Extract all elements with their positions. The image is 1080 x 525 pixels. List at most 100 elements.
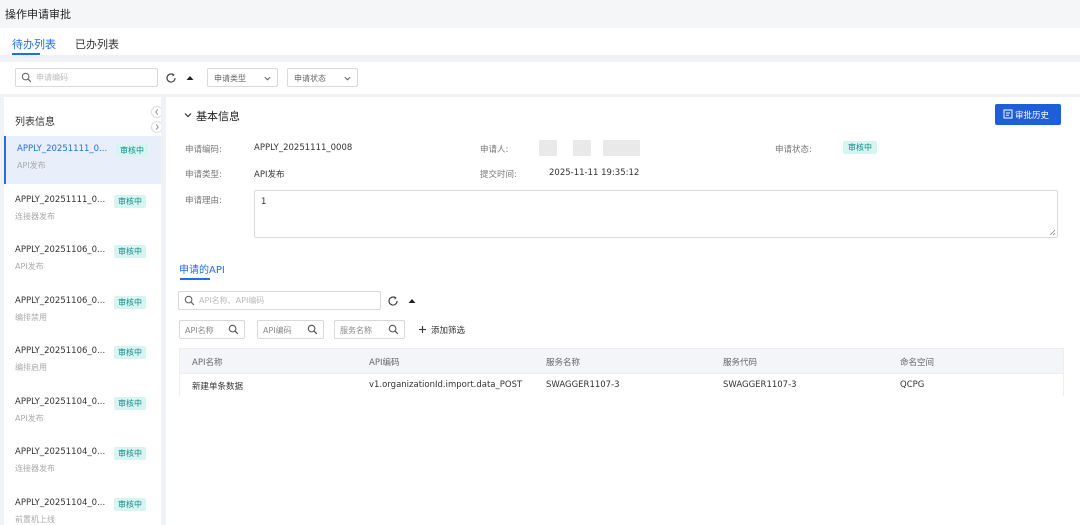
history-icon — [1003, 109, 1013, 119]
apply-code-label: 申请编码: — [185, 145, 222, 155]
column-header: 服务代码 — [723, 358, 758, 368]
list-item-type: API发布 — [15, 414, 44, 423]
list-item-code: APPLY_20251106_0... — [15, 346, 106, 356]
api-name-filter[interactable]: API名称 — [179, 320, 245, 339]
chevron-left-icon[interactable] — [151, 106, 161, 118]
top-bar: 操作申请审批 — [0, 0, 1080, 28]
apply-type-label: 申请类型: — [185, 170, 222, 180]
status-badge: 审核中 — [114, 397, 146, 410]
api-name-filter-label: API名称 — [185, 326, 214, 335]
search-icon — [228, 324, 239, 335]
table-cell: SWAGGER1107-3 — [723, 380, 797, 390]
column-header: 命名空间 — [900, 358, 935, 368]
column-header: API名称 — [192, 358, 223, 368]
list-item[interactable]: APPLY_20251111_0... 审核中 API发布 — [4, 136, 161, 184]
tab-done-list[interactable]: 已办列表 — [75, 36, 119, 52]
collapse-up-icon[interactable] — [406, 295, 418, 307]
apply-reason-value: 1 — [261, 197, 267, 207]
sidebar-title: 列表信息 — [15, 117, 55, 128]
list-item-type: 连接器发布 — [15, 212, 55, 221]
apply-code-search[interactable] — [15, 68, 158, 87]
apply-type-value: API发布 — [254, 170, 285, 180]
api-table: API名称 API编码 服务名称 服务代码 命名空间 新建单条数据 v1.org… — [179, 348, 1064, 396]
chevron-right-icon[interactable] — [151, 121, 161, 133]
apply-type-label: 申请类型 — [214, 74, 246, 83]
column-header: API编码 — [369, 358, 400, 368]
list-item-code: APPLY_20251106_0... — [15, 296, 106, 306]
status-badge: 审核中 — [114, 195, 146, 208]
list-item-type: 前置机上线 — [15, 515, 55, 524]
section-title: 基本信息 — [196, 110, 240, 123]
filter-bar: 申请类型 申请状态 — [0, 62, 1080, 94]
apply-type-select[interactable]: 申请类型 — [207, 68, 278, 87]
list-item[interactable]: APPLY_20251106_0... 审核中 API发布 — [4, 237, 161, 285]
api-code-filter[interactable]: API编码 — [257, 320, 324, 339]
apply-reason-textarea[interactable]: 1 — [254, 190, 1058, 238]
add-filter-button[interactable]: 添加筛选 — [418, 324, 465, 336]
service-name-filter-label: 服务名称 — [340, 326, 372, 335]
list-item[interactable]: APPLY_20251111_0... 审核中 连接器发布 — [4, 187, 161, 235]
applicant-label: 申请人: — [480, 145, 509, 155]
detail-panel: 基本信息 审批历史 申请编码: APPLY_20251111_0008 申请人:… — [166, 97, 1080, 525]
list-item[interactable]: APPLY_20251104_0... 审核中 前置机上线 — [4, 490, 161, 525]
applicant-redacted — [539, 140, 557, 156]
search-icon — [388, 324, 399, 335]
basic-info-toggle[interactable]: 基本信息 — [184, 108, 240, 124]
submit-time-value: 2025-11-11 19:35:12 — [549, 168, 640, 178]
list-item-code: APPLY_20251106_0... — [15, 245, 106, 255]
api-search-input[interactable] — [199, 293, 379, 308]
status-badge: 审核中 — [114, 346, 146, 359]
apply-code-value: APPLY_20251111_0008 — [254, 143, 353, 153]
api-search[interactable] — [178, 291, 381, 310]
list-item-type: API发布 — [17, 161, 46, 170]
submit-time-label: 提交时间: — [480, 170, 517, 180]
list-item[interactable]: APPLY_20251104_0... 审核中 API发布 — [4, 389, 161, 437]
status-badge: 审核中 — [114, 245, 146, 258]
column-header: 服务名称 — [546, 358, 581, 368]
api-code-filter-label: API编码 — [263, 326, 292, 335]
apply-status-label: 申请状态: — [775, 145, 812, 155]
apply-status-select[interactable]: 申请状态 — [287, 68, 358, 87]
tab-bar: 待办列表 已办列表 — [0, 28, 1080, 55]
collapse-up-icon[interactable] — [184, 72, 196, 84]
status-badge: 审核中 — [114, 296, 146, 309]
service-name-filter[interactable]: 服务名称 — [334, 320, 405, 339]
table-cell: 新建单条数据 — [192, 382, 244, 392]
search-icon — [184, 295, 195, 306]
search-icon — [21, 72, 32, 83]
list-item[interactable]: APPLY_20251106_0... 审核中 编排禁用 — [4, 288, 161, 336]
resize-grip-icon[interactable] — [1048, 228, 1056, 236]
chevron-down-icon — [344, 76, 351, 81]
active-tab-indicator — [180, 278, 210, 280]
applicant-redacted — [603, 140, 640, 156]
chevron-down-icon — [184, 113, 192, 118]
list-item[interactable]: APPLY_20251106_0... 审核中 编排启用 — [4, 338, 161, 386]
status-badge: 审核中 — [116, 144, 148, 157]
list-item-type: API发布 — [15, 262, 44, 271]
applicant-redacted — [573, 140, 591, 156]
list-item-code: APPLY_20251104_0... — [15, 498, 106, 508]
plus-icon — [419, 326, 426, 333]
list-item-code: APPLY_20251111_0... — [15, 195, 106, 205]
history-button-label: 审批历史 — [1015, 111, 1050, 121]
table-row[interactable]: 新建单条数据 v1.organizationId.import.data_POS… — [180, 373, 1063, 396]
tab-applied-api[interactable]: 申请的API — [179, 261, 225, 276]
status-badge: 审核中 — [114, 498, 146, 511]
apply-code-input[interactable] — [36, 70, 154, 85]
list-item-code: APPLY_20251111_0... — [17, 144, 108, 154]
list-item[interactable]: APPLY_20251104_0... 审核中 连接器发布 — [4, 439, 161, 487]
page-title: 操作申请审批 — [5, 8, 71, 21]
tab-todo-list[interactable]: 待办列表 — [12, 36, 56, 52]
refresh-icon[interactable] — [165, 72, 177, 84]
list-item-code: APPLY_20251104_0... — [15, 397, 106, 407]
table-cell: SWAGGER1107-3 — [546, 380, 620, 390]
chevron-down-icon — [264, 76, 271, 81]
refresh-icon[interactable] — [387, 295, 399, 307]
apply-reason-label: 申请理由: — [185, 196, 222, 206]
active-tab-indicator — [12, 53, 40, 55]
list-item-type: 连接器发布 — [15, 464, 55, 473]
search-icon — [307, 324, 318, 335]
list-item-code: APPLY_20251104_0... — [15, 447, 106, 457]
approval-history-button[interactable]: 审批历史 — [995, 104, 1061, 125]
table-cell: v1.organizationId.import.data_POST — [369, 380, 523, 390]
